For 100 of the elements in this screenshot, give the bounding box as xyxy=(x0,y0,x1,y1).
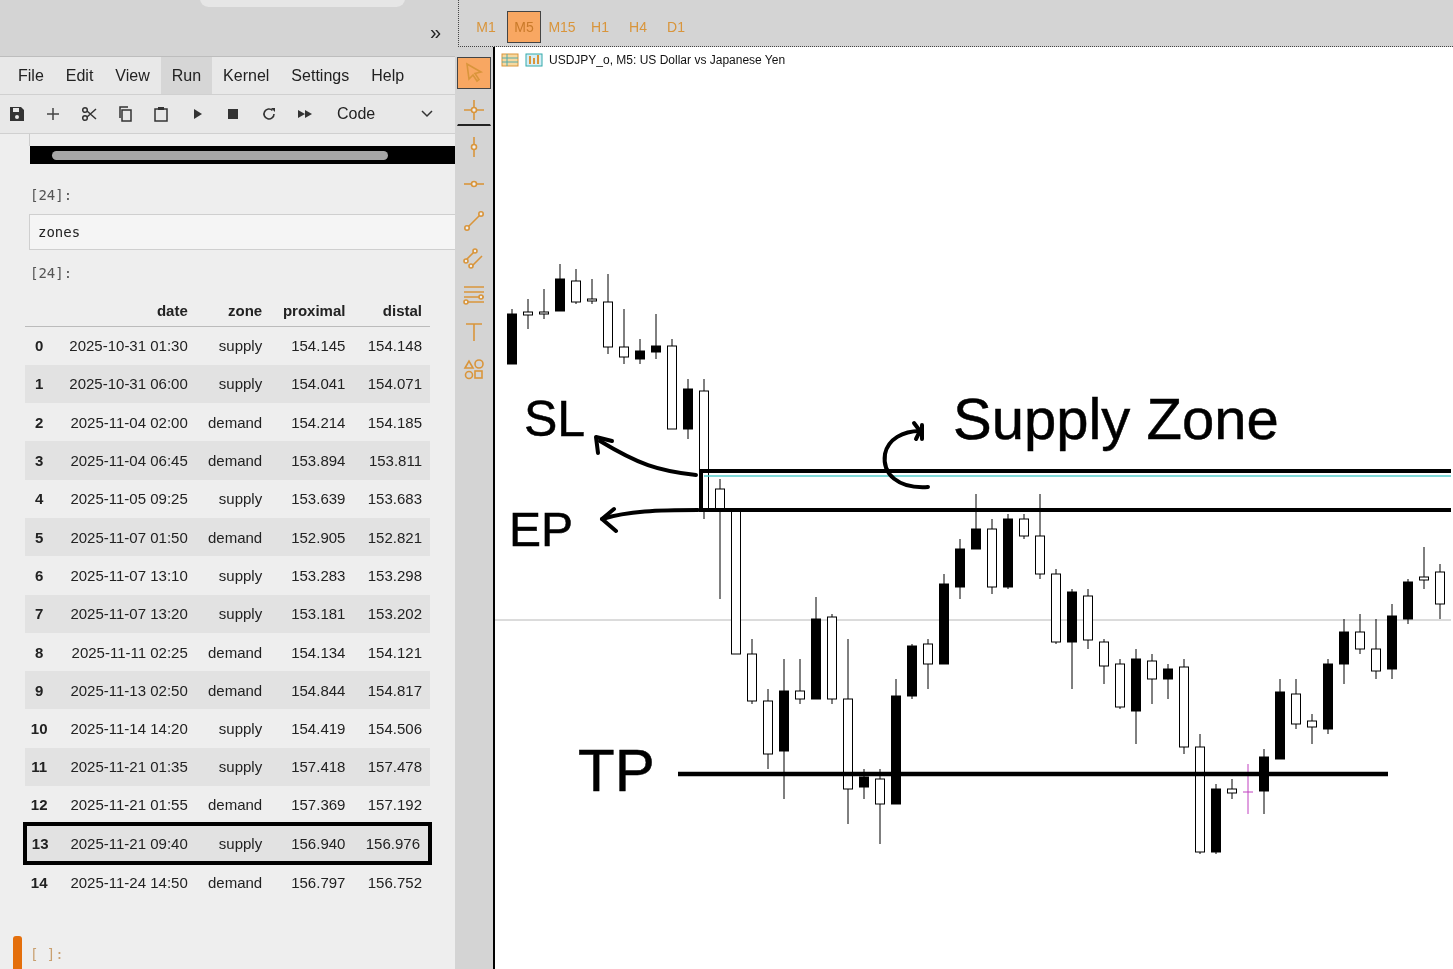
table-cell: 157.192 xyxy=(353,786,430,825)
candlestick xyxy=(507,308,517,365)
table-cell: 2025-11-07 01:50 xyxy=(53,518,196,557)
table-cell: 2025-11-21 01:35 xyxy=(53,747,196,787)
row-index: 1 xyxy=(25,364,54,404)
table-cell: 152.905 xyxy=(270,518,354,557)
table-cell: demand xyxy=(195,671,271,710)
scrollbar-thumb[interactable] xyxy=(52,151,388,160)
code-cell[interactable]: zones xyxy=(29,214,455,250)
row-index: 3 xyxy=(25,441,54,480)
menu-item[interactable]: File xyxy=(7,57,55,94)
candlestick xyxy=(1163,663,1173,700)
candlestick xyxy=(1099,638,1109,685)
copy-icon[interactable] xyxy=(117,106,133,122)
table-cell: 154.134 xyxy=(270,632,354,672)
table-cell: 152.821 xyxy=(353,518,430,557)
table-cell: 2025-10-31 01:30 xyxy=(53,326,196,365)
table-cell: demand xyxy=(195,403,271,442)
table-cell: 2025-10-31 06:00 xyxy=(53,364,196,404)
cell-prompt: [ ]: xyxy=(30,945,64,964)
candlestick xyxy=(747,638,757,705)
stop-icon[interactable] xyxy=(225,106,241,122)
menu-item[interactable]: Kernel xyxy=(212,57,281,94)
table-cell: demand xyxy=(195,441,271,480)
table-cell: demand xyxy=(195,518,271,557)
add-icon[interactable] xyxy=(45,106,61,122)
candlestick xyxy=(1419,546,1429,590)
candlestick xyxy=(971,493,981,550)
output-prompt: [24]: xyxy=(30,265,74,283)
code-text: zones xyxy=(38,224,81,240)
table-cell: 156.976 xyxy=(353,824,430,863)
menu-item[interactable]: Run xyxy=(160,57,213,94)
chart-title: USDJPY_o, M5: US Dollar vs Japanese Yen xyxy=(549,53,786,67)
handwritten-label: SL xyxy=(524,391,586,447)
row-index: 6 xyxy=(25,556,54,595)
table-cell: 2025-11-11 02:25 xyxy=(53,632,196,672)
candlestick xyxy=(1147,653,1157,705)
menu-item[interactable]: Help xyxy=(360,57,416,94)
table-cell: supply xyxy=(195,364,271,404)
column-header: distal xyxy=(382,301,422,319)
table-cell: 2025-11-14 14:20 xyxy=(53,709,196,748)
table-cell: 157.478 xyxy=(353,747,430,787)
menu-item[interactable]: View xyxy=(104,57,161,94)
paste-icon[interactable] xyxy=(153,106,169,122)
candlestick xyxy=(955,538,965,600)
candlestick xyxy=(571,268,581,305)
table-icon[interactable] xyxy=(501,53,519,67)
candlestick xyxy=(1355,613,1365,655)
candlestick xyxy=(619,308,629,365)
candlestick xyxy=(539,288,549,320)
handwritten-label: Supply Zone xyxy=(953,386,1279,451)
restart-icon[interactable] xyxy=(261,106,277,122)
column-header: proximal xyxy=(282,301,346,319)
table-cell: 157.418 xyxy=(270,747,354,787)
cell-type-dropdown[interactable]: Code xyxy=(333,105,433,123)
candlestick xyxy=(795,658,805,705)
table-cell: supply xyxy=(195,556,271,595)
candlestick xyxy=(1019,513,1029,540)
horizontal-scrollbar[interactable] xyxy=(30,146,455,164)
candlestick xyxy=(1083,588,1093,650)
table-cell: demand xyxy=(195,632,271,672)
save-icon[interactable] xyxy=(9,106,25,122)
row-index: 10 xyxy=(25,709,54,748)
candlestick xyxy=(1259,748,1269,815)
candlestick xyxy=(1435,563,1445,620)
row-index: 5 xyxy=(25,518,54,557)
cut-icon[interactable] xyxy=(81,106,97,122)
table-cell: 154.419 xyxy=(270,709,354,748)
table-cell: 153.894 xyxy=(270,441,354,480)
candlestick xyxy=(1371,618,1381,680)
candlestick xyxy=(1227,778,1237,800)
table-cell: 153.283 xyxy=(270,556,354,595)
row-index: 4 xyxy=(25,479,54,518)
table-cell: 154.214 xyxy=(270,403,354,442)
table-cell: 154.145 xyxy=(270,326,354,365)
candlestick xyxy=(555,263,565,312)
row-index: 8 xyxy=(25,632,54,672)
table-cell: 154.844 xyxy=(270,671,354,710)
table-cell: supply xyxy=(195,747,271,787)
table-cell: 156.940 xyxy=(270,824,354,863)
table-cell: 153.202 xyxy=(353,594,430,633)
menu-item[interactable]: Edit xyxy=(54,57,105,94)
candlestick xyxy=(1339,618,1349,685)
table-cell: demand xyxy=(195,786,271,825)
table-cell: 154.121 xyxy=(353,632,430,672)
chart-icon[interactable] xyxy=(525,53,543,67)
table-cell: 153.298 xyxy=(353,556,430,595)
row-index: 12 xyxy=(25,786,54,825)
table-cell: 154.148 xyxy=(353,326,430,365)
collapse-button[interactable]: » xyxy=(429,21,441,44)
candlestick xyxy=(1403,578,1413,625)
table-cell: 2025-11-05 09:25 xyxy=(53,479,196,518)
table-cell: 154.071 xyxy=(353,364,430,404)
table-cell: 154.185 xyxy=(353,403,430,442)
candlestick xyxy=(1211,783,1221,855)
row-index: 11 xyxy=(25,747,54,787)
menu-item[interactable]: Settings xyxy=(280,57,361,94)
table-cell: 2025-11-21 09:40 xyxy=(53,824,196,863)
candlestick xyxy=(907,643,917,700)
table-cell: 153.639 xyxy=(270,479,354,518)
